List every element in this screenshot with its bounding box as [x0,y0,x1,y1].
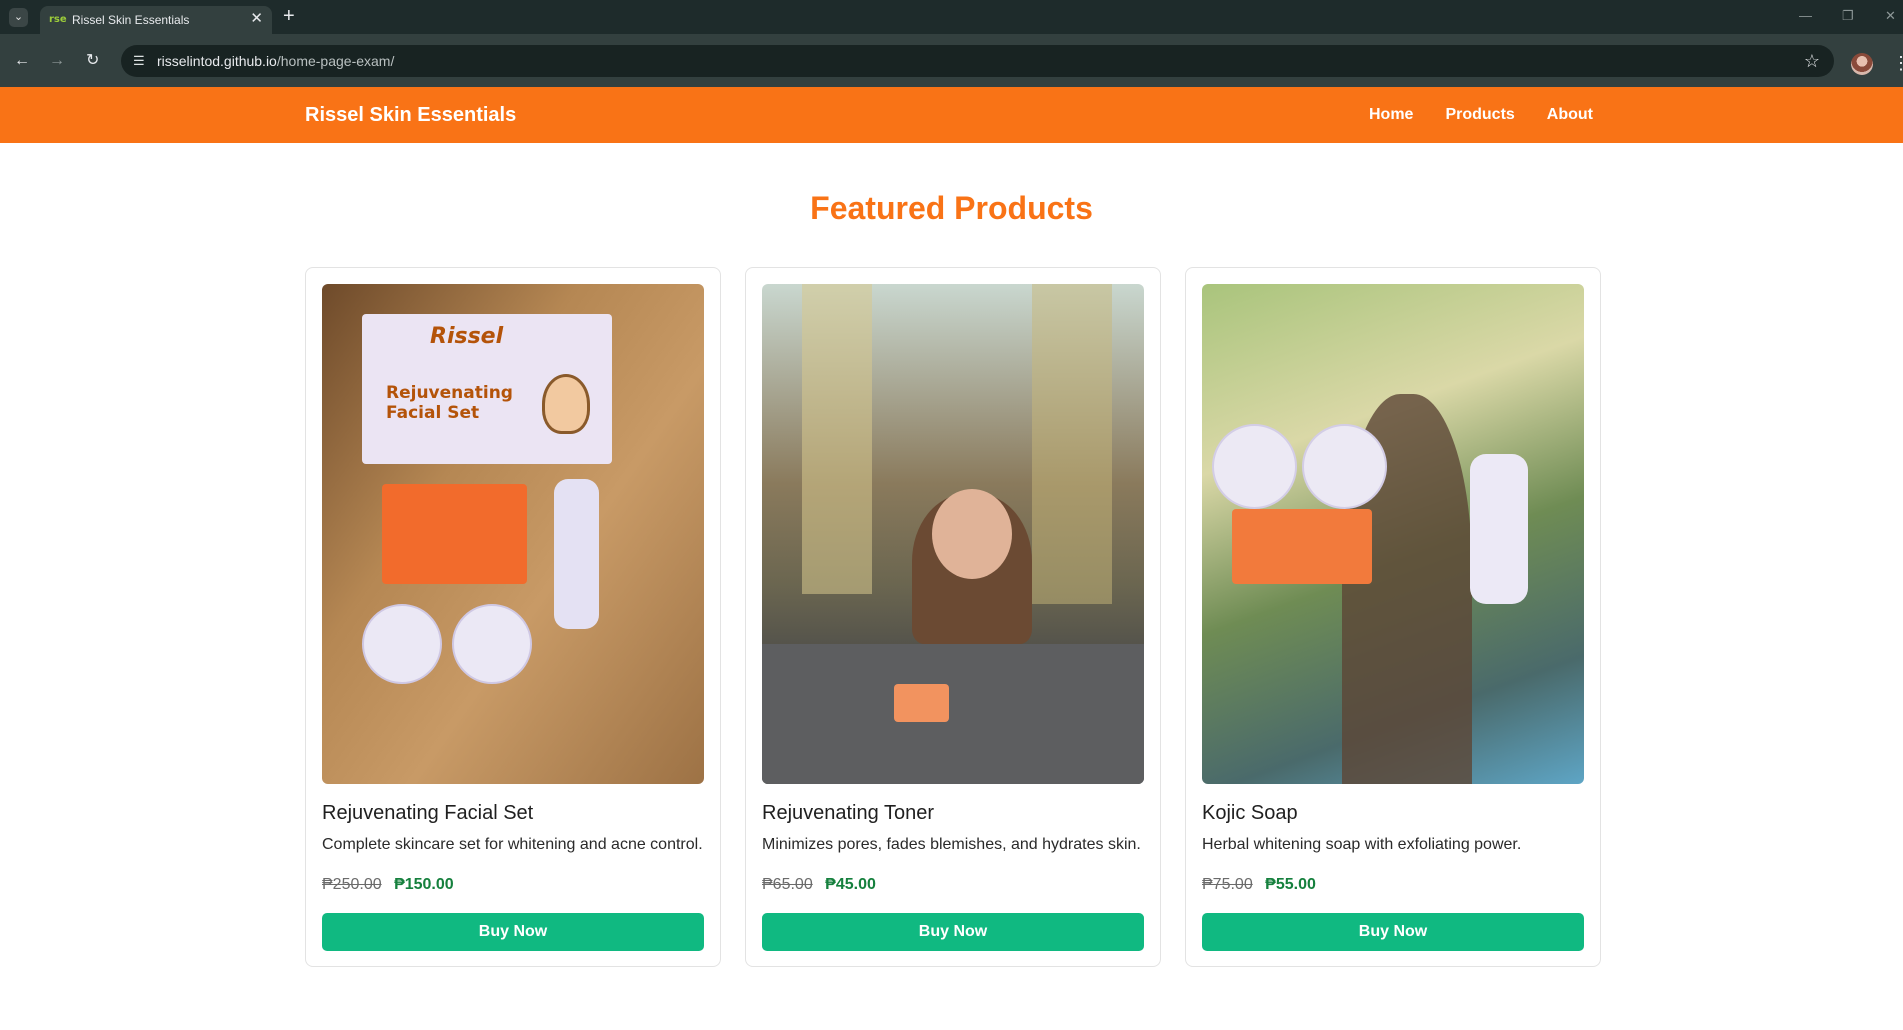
product-image-kojic-soap[interactable] [1202,284,1584,784]
old-price: ₱65.00 [762,876,813,893]
site-brand[interactable]: Rissel Skin Essentials [305,104,516,126]
featured-products-heading: Featured Products [810,190,1093,226]
product-name: Rejuvenating Toner [762,802,934,824]
product-name: Rejuvenating Facial Set [322,802,534,824]
product-image-facial-set[interactable]: Rissel Rejuvenating Facial Set [322,284,704,784]
reload-icon[interactable]: ↻ [86,52,99,70]
favicon-icon: rse [49,14,67,25]
window-curtain-illustration [802,284,872,594]
sale-price: ₱150.00 [394,876,454,893]
product-card: Rissel Rejuvenating Facial Set Rejuvenat… [305,267,721,967]
product-grid: Rissel Rejuvenating Facial Set Rejuvenat… [305,267,1601,967]
tab-search-chevron-icon[interactable]: ⌄ [9,8,28,27]
old-price: ₱75.00 [1202,876,1253,893]
price-row: ₱75.00 ₱55.00 [1202,875,1316,895]
url-text: risselintod.github.io/home-page-exam/ [157,53,395,69]
price-row: ₱65.00 ₱45.00 [762,875,876,895]
table-illustration [762,644,1144,784]
window-curtain-illustration [1032,284,1112,604]
close-window-icon[interactable]: ✕ [1885,8,1896,24]
bookmark-star-icon[interactable]: ☆ [1804,51,1820,71]
product-description: Minimizes pores, fades blemishes, and hy… [762,836,1141,853]
cream-jar-illustration [1302,424,1387,509]
buy-now-button[interactable]: Buy Now [1202,913,1584,951]
profile-avatar-icon[interactable] [1851,53,1873,75]
browser-toolbar: ← → ↻ ☰ risselintod.github.io/home-page-… [0,34,1903,87]
kojic-soap-illustration [1232,509,1372,584]
kojic-soap-illustration [382,484,527,584]
facial-set-box-illustration: Rissel Rejuvenating Facial Set [362,314,612,464]
old-price: ₱250.00 [322,876,382,893]
product-pack-illustration [894,684,949,722]
browser-tab-strip: ⌄ rse Rissel Skin Essentials ✕ + — ❐ ✕ [0,0,1903,34]
product-image-toner[interactable] [762,284,1144,784]
sale-price: ₱55.00 [1265,876,1316,893]
box-label-text: Rejuvenating Facial Set [386,383,513,423]
price-row: ₱250.00 ₱150.00 [322,875,454,895]
browser-tab[interactable]: rse Rissel Skin Essentials ✕ [40,6,272,34]
minimize-icon[interactable]: — [1799,8,1812,24]
tab-close-icon[interactable]: ✕ [250,11,263,27]
product-description: Herbal whitening soap with exfoliating p… [1202,836,1522,853]
sunblock-jar-illustration [1212,424,1297,509]
person-face-illustration [932,489,1012,579]
nav-link-home[interactable]: Home [1369,106,1413,124]
product-card: Rejuvenating Toner Minimizes pores, fade… [745,267,1161,967]
toner-bottle-illustration [1470,454,1528,604]
site-info-icon[interactable]: ☰ [133,53,145,69]
address-bar[interactable]: ☰ risselintod.github.io/home-page-exam/ … [121,45,1834,77]
nav-link-about[interactable]: About [1547,106,1593,124]
restore-icon[interactable]: ❐ [1842,8,1854,24]
back-icon[interactable]: ← [14,52,30,70]
buy-now-button[interactable]: Buy Now [762,913,1144,951]
forward-icon[interactable]: → [49,52,65,70]
toner-bottle-illustration [554,479,599,629]
site-nav: Home Products About [1369,106,1593,124]
nav-link-products[interactable]: Products [1445,106,1514,124]
product-card: Kojic Soap Herbal whitening soap with ex… [1185,267,1601,967]
sunblock-jar-illustration [362,604,442,684]
sale-price: ₱45.00 [825,876,876,893]
buy-now-button[interactable]: Buy Now [322,913,704,951]
new-tab-icon[interactable]: + [283,6,295,26]
box-face-illustration [542,374,590,434]
site-header: Rissel Skin Essentials Home Products Abo… [0,87,1903,143]
product-name: Kojic Soap [1202,802,1298,824]
tab-title: Rissel Skin Essentials [72,13,190,27]
cream-jar-illustration [452,604,532,684]
product-description: Complete skincare set for whitening and … [322,836,703,853]
browser-menu-icon[interactable]: ⋮ [1892,50,1903,76]
box-brand-logo: Rissel [430,324,504,349]
